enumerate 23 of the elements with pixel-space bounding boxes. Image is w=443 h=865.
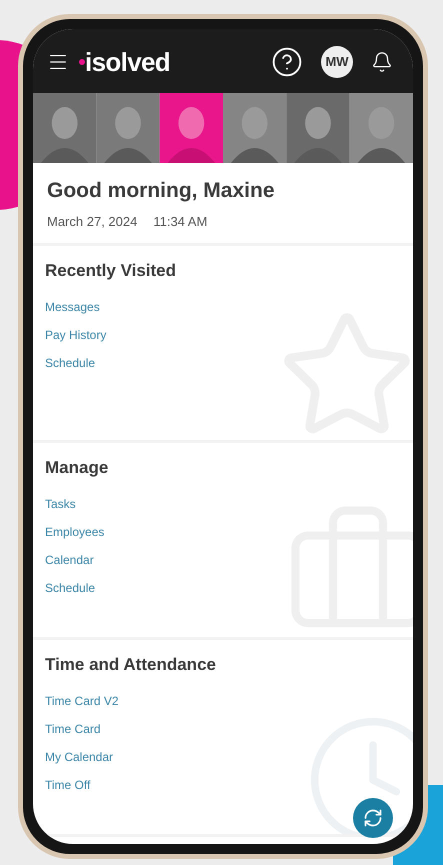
nav-link[interactable]: Time Card V2 (45, 692, 119, 710)
nav-link[interactable]: Calendar (45, 550, 94, 570)
avatar[interactable]: MW (321, 46, 353, 78)
date: March 27, 2024 (47, 212, 138, 230)
section-title: Recently Visited (45, 260, 178, 282)
section-title: Manage (45, 457, 110, 479)
nav-link[interactable]: My Calendar (45, 748, 114, 766)
notification-icon[interactable] (371, 51, 393, 73)
nav-link[interactable]: Time Off (45, 776, 90, 794)
help-icon[interactable] (271, 46, 303, 78)
refresh-icon (363, 808, 383, 828)
nav-link[interactable]: Pay History (45, 326, 106, 344)
logo[interactable]: isolved (85, 49, 170, 75)
nav-link[interactable]: Messages (45, 298, 100, 316)
greeting-title: Good morning, Maxine (47, 178, 276, 204)
nav-link[interactable]: Schedule (45, 578, 96, 598)
time: 11:34 AM (153, 212, 208, 230)
refresh-button[interactable] (353, 798, 393, 838)
nav-link[interactable]: Employees (45, 522, 104, 542)
nav-link[interactable]: Schedule (45, 354, 96, 372)
nav-link[interactable]: Tasks (45, 494, 76, 514)
section-title: Time and Attendance (45, 654, 217, 676)
nav-link[interactable]: Time Card (45, 720, 101, 738)
